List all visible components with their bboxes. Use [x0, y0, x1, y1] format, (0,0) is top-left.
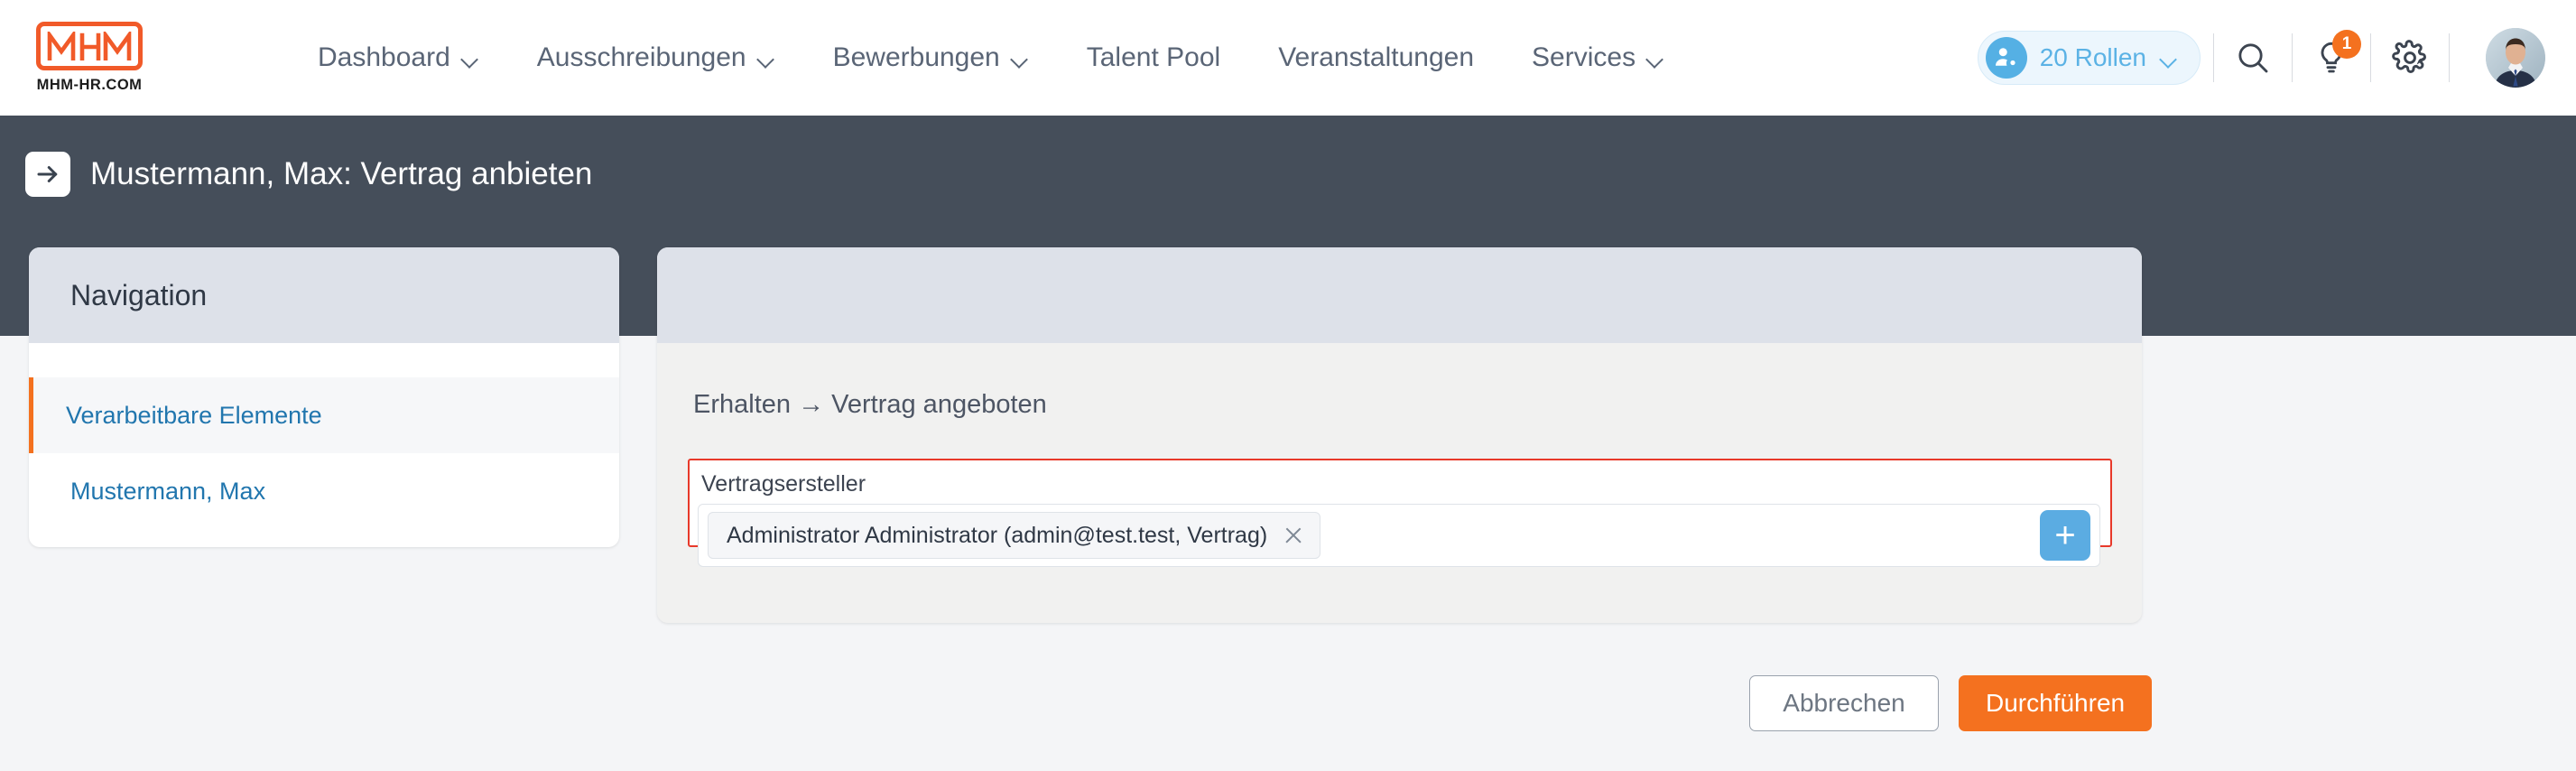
chevron-down-icon — [758, 53, 775, 63]
divider — [2292, 33, 2293, 82]
vertragsersteller-field: Vertragsersteller Administrator Administ… — [688, 459, 2112, 567]
status-transition-text: Erhalten → Vertrag angeboten — [693, 390, 1047, 419]
notification-badge: 1 — [2332, 30, 2361, 59]
brand-logo[interactable]: MHM-HR.COM — [34, 22, 144, 94]
main-panel-header — [657, 247, 2142, 343]
submit-button[interactable]: Durchführen — [1959, 675, 2153, 731]
navigation-list-spacer — [29, 343, 619, 377]
chevron-down-icon — [1012, 53, 1029, 63]
header-actions: 20 Rollen 1 — [1977, 28, 2545, 88]
divider — [2213, 33, 2214, 82]
nav-item-veranstaltungen[interactable]: Veranstaltungen — [1249, 42, 1503, 73]
nav-item-ausschreibungen[interactable]: Ausschreibungen — [508, 42, 804, 73]
nav-item-label: Ausschreibungen — [536, 42, 746, 72]
tips-button[interactable]: 1 — [2305, 30, 2361, 84]
cancel-button[interactable]: Abbrechen — [1749, 675, 1939, 731]
divider — [2370, 33, 2371, 82]
navigation-panel-header: Navigation — [29, 247, 619, 343]
search-icon — [2238, 43, 2268, 73]
logo-subtitle: MHM-HR.COM — [36, 77, 143, 93]
user-avatar-image — [2486, 28, 2545, 88]
roles-selector[interactable]: 20 Rollen — [1977, 31, 2201, 85]
user-gear-icon — [1985, 37, 2027, 79]
add-vertragsersteller-button[interactable] — [2040, 510, 2090, 561]
arrow-right-icon — [25, 152, 70, 197]
nav-item-label: Veranstaltungen — [1278, 42, 1475, 72]
search-button[interactable] — [2227, 32, 2279, 84]
sidebar-item-mustermann-max[interactable]: Mustermann, Max — [29, 453, 619, 529]
navigation-heading: Navigation — [70, 278, 208, 311]
chevron-down-icon — [2161, 53, 2178, 63]
field-label: Vertragsersteller — [701, 471, 866, 497]
nav-item-label: Bewerbungen — [832, 42, 1000, 72]
settings-button[interactable] — [2384, 32, 2436, 84]
avatar[interactable] — [2486, 28, 2545, 88]
chevron-down-icon — [462, 53, 479, 63]
page-title-row: Mustermann, Max: Vertrag anbieten — [25, 152, 592, 197]
form-actions: Abbrechen Durchführen — [1749, 675, 2153, 731]
sidebar-item-verarbeitbare-elemente[interactable]: Verarbeitbare Elemente — [29, 377, 619, 453]
sidebar-item-label: Verarbeitbare Elemente — [66, 401, 322, 429]
page-title: Mustermann, Max: Vertrag anbieten — [90, 156, 593, 191]
mhm-logo-icon — [47, 32, 132, 60]
nav-item-label: Dashboard — [318, 42, 450, 72]
close-icon[interactable] — [1283, 525, 1303, 545]
chevron-down-icon — [1647, 53, 1664, 63]
nav-item-label: Talent Pool — [1086, 42, 1221, 72]
chip-label: Administrator Administrator (admin@test.… — [727, 522, 1268, 548]
primary-navigation: Dashboard Ausschreibungen Bewerbungen Ta… — [289, 42, 1693, 73]
sidebar-item-label: Mustermann, Max — [70, 477, 266, 505]
nav-item-talent-pool[interactable]: Talent Pool — [1058, 42, 1249, 73]
nav-item-label: Services — [1532, 42, 1636, 72]
vertragsersteller-input[interactable]: Administrator Administrator (admin@test.… — [698, 504, 2100, 567]
logo-mark — [36, 22, 143, 70]
gear-icon — [2392, 40, 2426, 73]
top-header-bar: MHM-HR.COM Dashboard Ausschreibungen Bew… — [0, 0, 2576, 116]
navigation-panel: Navigation Verarbeitbare Elemente Muster… — [29, 247, 619, 547]
nav-item-bewerbungen[interactable]: Bewerbungen — [804, 42, 1058, 73]
selected-user-chip[interactable]: Administrator Administrator (admin@test.… — [708, 512, 1321, 559]
roles-count-label: 20 Rollen — [2039, 43, 2146, 71]
nav-item-dashboard[interactable]: Dashboard — [289, 42, 508, 73]
divider — [2449, 33, 2450, 82]
navigation-list: Verarbeitbare Elemente Mustermann, Max — [29, 343, 619, 529]
nav-item-services[interactable]: Services — [1503, 42, 1693, 73]
